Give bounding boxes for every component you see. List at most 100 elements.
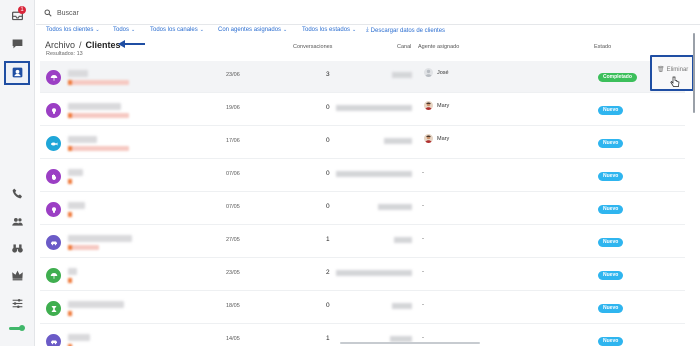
download-icon: ⤓: [366, 27, 369, 33]
chevron-down-icon: ⌄: [199, 27, 204, 33]
status-badge: Nuevo: [598, 304, 624, 313]
search-icon: [44, 9, 52, 17]
avatar: [424, 68, 433, 77]
row-agent: Mary: [424, 134, 449, 143]
status-badge: Nuevo: [598, 271, 624, 280]
clients-icon[interactable]: [8, 63, 27, 82]
row-date: 14/05: [226, 336, 240, 342]
channel-redacted: [392, 72, 412, 78]
row-date: 18/05: [226, 303, 240, 309]
row-conversations: 0: [326, 203, 330, 210]
status-badge: Nuevo: [598, 172, 624, 181]
client-name-redacted: [68, 334, 90, 341]
online-status-toggle[interactable]: [9, 325, 25, 331]
row-date: 19/06: [226, 105, 240, 111]
trash-icon: 🗑: [657, 67, 665, 73]
breadcrumb-archive[interactable]: Archivo: [45, 40, 75, 50]
horizontal-scrollbar[interactable]: [340, 342, 480, 344]
download-clients-button[interactable]: ⤓ Descargar datos de clientes: [366, 27, 445, 34]
table-row[interactable]: 17/06 0 Mary Nuevo: [40, 127, 685, 159]
column-conversations: Conversaciones: [293, 44, 333, 50]
client-name-redacted: [68, 202, 85, 209]
crown-icon[interactable]: [8, 266, 27, 285]
table-row[interactable]: 07/06 0 - Nuevo: [40, 160, 685, 192]
row-agent: -: [422, 269, 424, 275]
client-name-redacted: [68, 136, 97, 143]
umbrella-icon: [46, 70, 61, 85]
table-row[interactable]: 23/05 2 - Nuevo: [40, 259, 685, 291]
client-name-redacted: [68, 169, 83, 176]
row-date: 07/05: [226, 204, 240, 210]
channel-redacted: [378, 204, 412, 210]
row-date: 23/06: [226, 72, 240, 78]
users-icon[interactable]: [8, 212, 27, 231]
chat-icon[interactable]: [8, 34, 27, 53]
row-date: 23/05: [226, 270, 240, 276]
status-badge: Completado: [598, 73, 637, 82]
table-row[interactable]: 18/05 0 - Nuevo: [40, 292, 685, 324]
status-badge: Nuevo: [598, 139, 624, 148]
page-title: Clientes: [85, 40, 121, 50]
sidebar: 1: [0, 0, 35, 346]
chevron-down-icon: ⌄: [352, 27, 357, 33]
channel-redacted: [336, 105, 412, 111]
client-name-redacted: [68, 103, 121, 110]
filter-status[interactable]: Todos los estados ⌄: [302, 27, 356, 33]
annotation-arrow-icon: [118, 40, 145, 48]
hand-icon: [46, 169, 61, 184]
table-row[interactable]: 07/05 0 - Nuevo: [40, 193, 685, 225]
divider: [36, 24, 700, 25]
channel-redacted: [394, 237, 412, 243]
hand-cursor-icon: [670, 76, 680, 87]
row-agent: -: [422, 335, 424, 341]
row-conversations: 1: [326, 236, 330, 243]
agent-name: José: [437, 69, 449, 76]
filter-clients[interactable]: Todos los clientes ⌄: [46, 27, 100, 33]
avatar: [424, 134, 433, 143]
row-agent: -: [422, 302, 424, 308]
status-badge: Nuevo: [598, 238, 624, 247]
channel-redacted: [384, 138, 412, 144]
table-row[interactable]: 27/05 1 - Nuevo: [40, 226, 685, 258]
search-bar[interactable]: Buscar: [44, 6, 79, 20]
client-tag-redacted: [68, 179, 73, 184]
chevron-down-icon: ⌄: [283, 27, 288, 33]
client-tag-redacted: [68, 212, 73, 217]
client-name-redacted: [68, 301, 124, 308]
binoculars-icon[interactable]: [8, 239, 27, 258]
client-tag-redacted: [68, 80, 129, 85]
status-badge: Nuevo: [598, 337, 624, 346]
settings-sliders-icon[interactable]: [8, 294, 27, 313]
channel-redacted: [336, 270, 412, 276]
results-count: Resultados: 13: [46, 51, 83, 57]
row-agent: Mary: [424, 101, 449, 110]
client-name-redacted: [68, 235, 132, 242]
client-tag-redacted: [68, 146, 129, 151]
row-conversations: 0: [326, 302, 330, 309]
chevron-down-icon: ⌄: [95, 27, 100, 33]
umbrella-icon: [46, 268, 61, 283]
row-conversations: 0: [326, 137, 330, 144]
chevron-down-icon: ⌄: [131, 27, 136, 33]
filter-all[interactable]: Todos ⌄: [113, 27, 135, 33]
row-date: 27/05: [226, 237, 240, 243]
delete-button[interactable]: 🗑 Eliminar: [650, 55, 694, 91]
status-badge: Nuevo: [598, 106, 624, 115]
phone-icon[interactable]: [8, 184, 27, 203]
table-row[interactable]: 23/06 3 José Completado: [40, 61, 685, 93]
search-input[interactable]: Buscar: [57, 10, 79, 17]
breadcrumb: Archivo / Clientes: [45, 40, 121, 50]
filter-channels[interactable]: Todos los canales ⌄: [150, 27, 204, 33]
row-date: 17/06: [226, 138, 240, 144]
channel-redacted: [392, 303, 412, 309]
scrollbar[interactable]: [693, 33, 695, 113]
table-row[interactable]: 19/06 0 Mary Nuevo: [40, 94, 685, 126]
row-agent: -: [422, 170, 424, 176]
lightbulb-icon: [46, 103, 61, 118]
filter-agents[interactable]: Con agentes asignados ⌄: [218, 27, 287, 33]
agent-name: Mary: [437, 102, 450, 109]
status-badge: Nuevo: [598, 205, 624, 214]
client-name-redacted: [68, 70, 88, 77]
client-tag-redacted: [68, 113, 129, 118]
row-conversations: 2: [326, 269, 330, 276]
